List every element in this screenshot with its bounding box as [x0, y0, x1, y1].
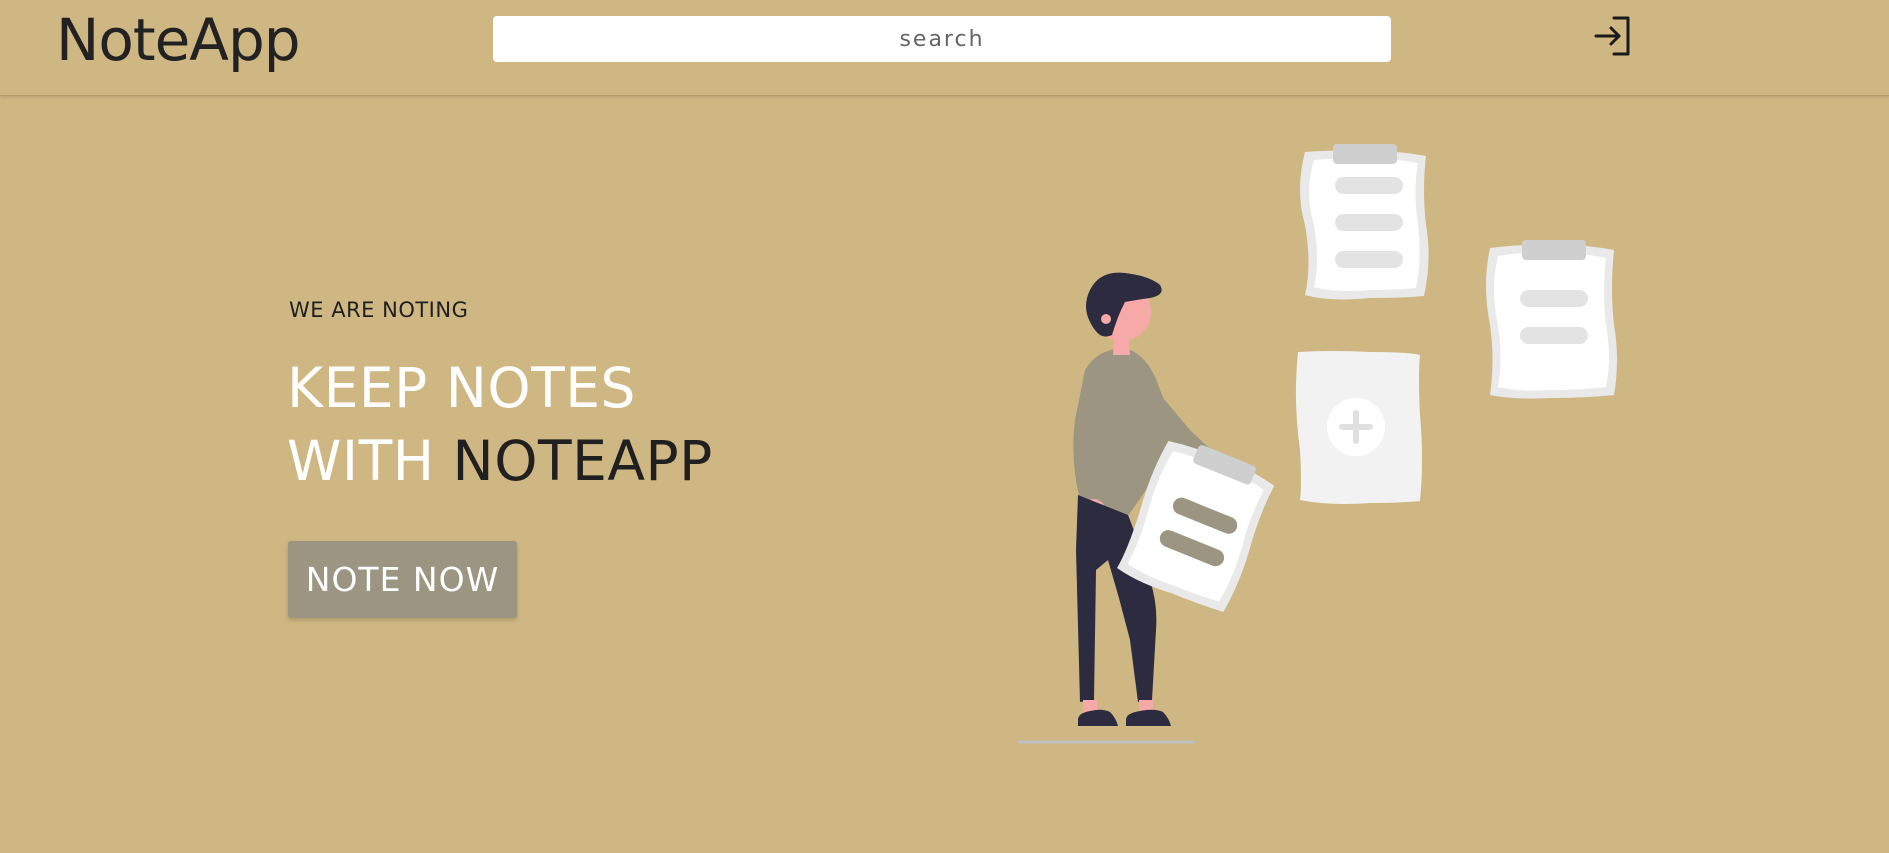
hero-title-line2-prefix: WITH: [287, 429, 453, 493]
add-note-card-icon: [1295, 351, 1422, 504]
login-button[interactable]: [1592, 14, 1636, 58]
hero-title-line2-highlight: NOTEAPP: [452, 429, 713, 493]
navbar: NoteApp: [0, 0, 1889, 96]
sign-in-icon: [1594, 16, 1630, 56]
hero-title: KEEP NOTES WITH NOTEAPP: [287, 352, 713, 498]
brand-logo[interactable]: NoteApp: [56, 2, 301, 78]
search-input[interactable]: [493, 16, 1391, 62]
person-holding-notes-illustration: [1018, 144, 1617, 744]
note-now-button[interactable]: NOTE NOW: [288, 541, 517, 618]
clipboard-icon: [1486, 240, 1617, 399]
hero-illustration: [1000, 130, 1660, 770]
hero-kicker: WE ARE NOTING: [289, 298, 469, 322]
hero-title-line1: KEEP NOTES: [287, 356, 636, 420]
clipboard-icon: [1300, 144, 1429, 300]
